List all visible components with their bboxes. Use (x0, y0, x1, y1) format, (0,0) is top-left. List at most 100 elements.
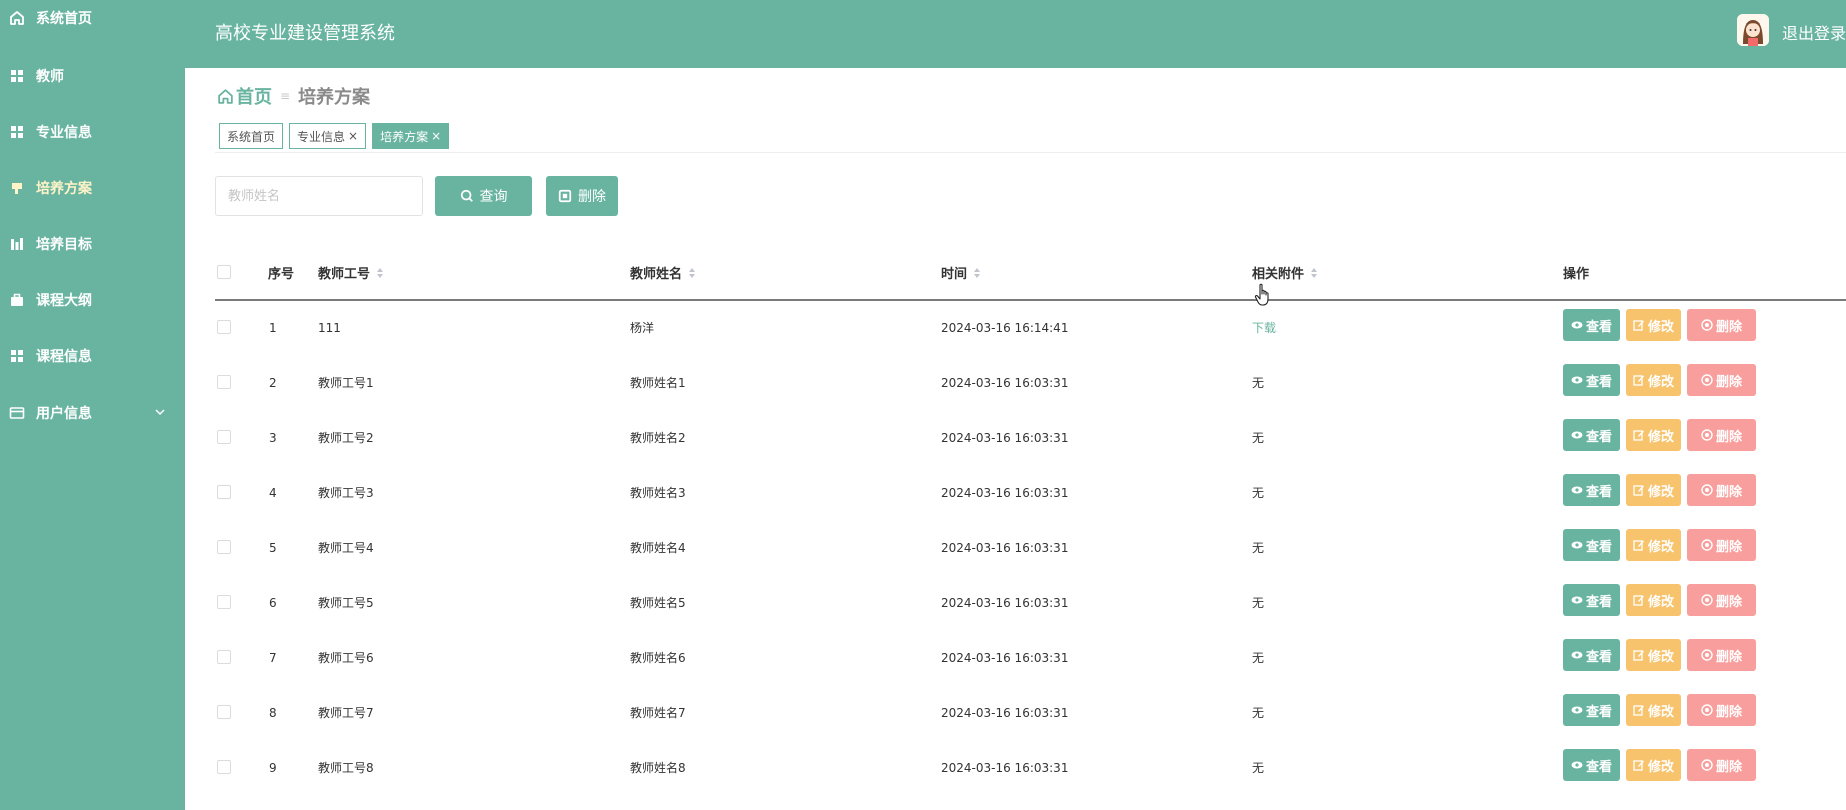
delete-circle-icon (1701, 484, 1713, 496)
cell-teacher-name: 教师姓名4 (630, 541, 686, 555)
breadcrumb-home[interactable]: 首页 (217, 83, 272, 109)
tab-tag-2[interactable]: 专业信息 × (289, 123, 367, 149)
cell-attachment: 无 (1252, 376, 1265, 390)
delete-button[interactable]: 删除 (1687, 694, 1756, 726)
row-checkbox[interactable] (217, 485, 231, 499)
edit-button-label: 修改 (1647, 539, 1674, 555)
table-row: 4 教师工号3 教师姓名3 2024-03-16 16:03:31 无 查看 修改 删除 (215, 465, 1846, 520)
teacher-name-search-input[interactable] (215, 176, 423, 216)
close-icon[interactable]: × (348, 129, 358, 143)
delete-button-label: 删除 (1715, 759, 1742, 775)
edit-button[interactable]: 修改 (1626, 694, 1681, 726)
cell-teacher-id: 111 (318, 320, 341, 335)
cell-teacher-name: 杨洋 (630, 321, 655, 335)
row-checkbox[interactable] (217, 320, 231, 334)
batch-delete-button-label: 删除 (578, 189, 606, 205)
logout-link[interactable]: 退出登录 (1782, 20, 1846, 44)
column-label-teacher-name: 教师姓名 (630, 267, 683, 282)
row-checkbox[interactable] (217, 650, 231, 664)
row-actions: 查看 修改 删除 (1563, 529, 1756, 561)
sidebar-item-7[interactable]: 课程信息 (0, 336, 185, 376)
edit-button[interactable]: 修改 (1626, 364, 1681, 396)
row-checkbox[interactable] (217, 705, 231, 719)
column-header-teacher-id[interactable]: 教师工号 (318, 245, 384, 300)
sort-icon[interactable] (1310, 267, 1318, 279)
briefcase-icon (8, 291, 26, 309)
hand-cursor-icon (1254, 283, 1269, 306)
delete-button-label: 删除 (1715, 319, 1742, 335)
cell-teacher-name: 教师姓名6 (630, 651, 686, 665)
table-row: 5 教师工号4 教师姓名4 2024-03-16 16:03:31 无 查看 修改 删除 (215, 520, 1846, 575)
sidebar-item-2[interactable]: 教师 (0, 56, 185, 96)
view-button[interactable]: 查看 (1563, 749, 1620, 781)
edit-button[interactable]: 修改 (1626, 584, 1681, 616)
sort-icon[interactable] (376, 267, 384, 279)
row-checkbox[interactable] (217, 595, 231, 609)
batch-delete-button[interactable]: 删除 (546, 176, 618, 216)
select-all-checkbox[interactable] (217, 265, 231, 279)
view-button[interactable]: 查看 (1563, 309, 1620, 341)
table-row: 1 111 杨洋 2024-03-16 16:14:41 下载 查看 修改 删除 (215, 300, 1846, 355)
delete-button[interactable]: 删除 (1687, 364, 1756, 396)
delete-circle-icon (1701, 704, 1713, 716)
view-button[interactable]: 查看 (1563, 639, 1620, 671)
cell-teacher-id: 教师工号6 (318, 651, 374, 665)
download-link[interactable]: 下载 (1252, 300, 1276, 355)
sort-icon[interactable] (973, 267, 981, 279)
view-button-label: 查看 (1585, 484, 1612, 500)
sort-icon[interactable] (688, 267, 696, 279)
user-avatar[interactable] (1737, 14, 1769, 46)
delete-circle-icon (1701, 319, 1713, 331)
delete-button[interactable]: 删除 (1687, 529, 1756, 561)
row-checkbox[interactable] (217, 430, 231, 444)
edit-button[interactable]: 修改 (1626, 749, 1681, 781)
sidebar-item-1[interactable]: 系统首页 (0, 0, 185, 38)
sidebar-item-6[interactable]: 课程大纲 (0, 280, 185, 320)
edit-button[interactable]: 修改 (1626, 529, 1681, 561)
row-actions: 查看 修改 删除 (1563, 584, 1756, 616)
sidebar-item-4[interactable]: 培养方案 (0, 168, 185, 208)
edit-button[interactable]: 修改 (1626, 309, 1681, 341)
row-checkbox[interactable] (217, 375, 231, 389)
delete-button-label: 删除 (1715, 429, 1742, 445)
edit-button[interactable]: 修改 (1626, 639, 1681, 671)
cell-attachment: 无 (1252, 486, 1265, 500)
delete-circle-icon (1701, 759, 1713, 771)
delete-button[interactable]: 删除 (1687, 749, 1756, 781)
delete-button[interactable]: 删除 (1687, 419, 1756, 451)
edit-button[interactable]: 修改 (1626, 419, 1681, 451)
sidebar-item-3[interactable]: 专业信息 (0, 112, 185, 152)
view-button[interactable]: 查看 (1563, 529, 1620, 561)
cell-teacher-id: 教师工号3 (318, 486, 374, 500)
delete-button[interactable]: 删除 (1687, 639, 1756, 671)
column-header-teacher-name[interactable]: 教师姓名 (630, 245, 696, 300)
view-button-label: 查看 (1585, 649, 1612, 665)
row-checkbox[interactable] (217, 760, 231, 774)
sidebar-item-8[interactable]: 用户信息 (0, 393, 185, 433)
delete-button[interactable]: 删除 (1687, 474, 1756, 506)
chevron-down-icon[interactable] (153, 405, 167, 419)
close-icon[interactable]: × (431, 129, 441, 143)
column-header-time[interactable]: 时间 (941, 245, 981, 300)
edit-icon (1633, 649, 1645, 661)
cell-attachment: 无 (1252, 431, 1265, 445)
tab-tag-1[interactable]: 系统首页 (219, 123, 284, 149)
delete-button[interactable]: 删除 (1687, 309, 1756, 341)
query-button[interactable]: 查询 (435, 176, 532, 216)
view-button[interactable]: 查看 (1563, 584, 1620, 616)
cell-index: 7 (269, 650, 277, 665)
delete-button-label: 删除 (1715, 374, 1742, 390)
delete-button[interactable]: 删除 (1687, 584, 1756, 616)
edit-button[interactable]: 修改 (1626, 474, 1681, 506)
view-button[interactable]: 查看 (1563, 694, 1620, 726)
cell-time: 2024-03-16 16:03:31 (941, 430, 1069, 445)
tab-tag-3[interactable]: 培养方案 × (372, 123, 450, 149)
cell-attachment: 无 (1252, 706, 1265, 720)
sidebar-item-label: 培养方案 (36, 181, 92, 197)
view-button[interactable]: 查看 (1563, 474, 1620, 506)
view-button[interactable]: 查看 (1563, 419, 1620, 451)
sidebar-item-5[interactable]: 培养目标 (0, 224, 185, 264)
row-checkbox[interactable] (217, 540, 231, 554)
view-button[interactable]: 查看 (1563, 364, 1620, 396)
cell-attachment: 无 (1252, 596, 1265, 610)
